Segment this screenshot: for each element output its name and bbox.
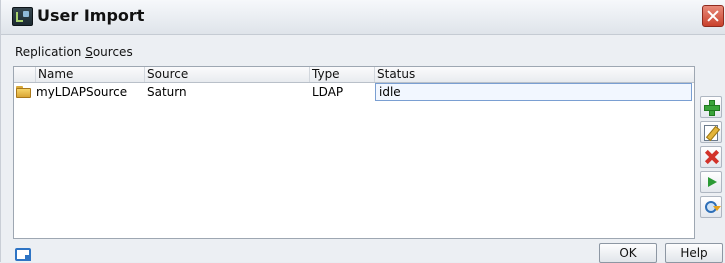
column-header-source[interactable]: Source (145, 67, 310, 82)
column-header-status[interactable]: Status (375, 67, 694, 82)
replication-sources-table[interactable]: Name Source Type Status myLDAPSource Sat… (13, 66, 695, 239)
table-header: Name Source Type Status (14, 67, 694, 83)
row-status[interactable]: idle (375, 83, 692, 101)
replication-sources-label: Replication Sources (15, 45, 133, 59)
user-import-dialog: User Import Replication Sources Name Sou… (0, 0, 725, 263)
add-icon[interactable] (700, 96, 722, 118)
row-source: Saturn (147, 85, 187, 99)
window-title: User Import (37, 6, 145, 25)
ok-button[interactable]: OK (599, 243, 657, 263)
row-type: LDAP (312, 85, 344, 99)
run-icon[interactable] (700, 171, 722, 193)
close-button[interactable] (702, 5, 724, 27)
delete-icon[interactable] (700, 146, 722, 168)
title-bar[interactable]: User Import (1, 0, 725, 35)
row-name: myLDAPSource (36, 85, 128, 99)
column-header-type[interactable]: Type (310, 67, 375, 82)
edit-icon[interactable] (700, 121, 722, 143)
app-icon (12, 7, 33, 26)
table-row[interactable]: myLDAPSource Saturn LDAP idle (14, 83, 694, 101)
header-icon-column[interactable] (14, 67, 36, 82)
column-header-name[interactable]: Name (36, 67, 145, 82)
help-button[interactable]: Help (665, 243, 723, 263)
folder-icon (16, 86, 31, 98)
sync-icon[interactable] (700, 196, 722, 218)
window-icon[interactable] (15, 248, 31, 261)
